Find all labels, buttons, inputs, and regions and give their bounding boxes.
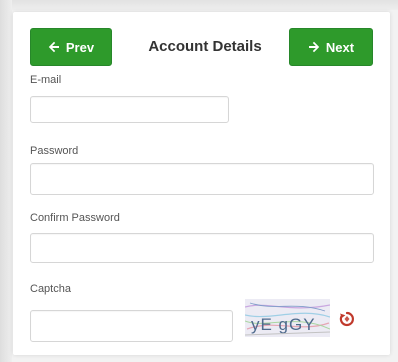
password-label: Password	[30, 145, 79, 157]
password-field[interactable]	[30, 163, 374, 195]
arrow-left-icon	[48, 41, 60, 53]
captcha-label: Captcha	[30, 283, 71, 295]
captcha-input[interactable]	[30, 310, 233, 342]
background-shade-top	[0, 0, 398, 10]
prev-button[interactable]: Prev	[30, 28, 112, 66]
email-field[interactable]	[30, 96, 229, 123]
refresh-icon[interactable]	[339, 311, 355, 327]
captcha-image: yE gGY	[245, 299, 330, 337]
page-title: Account Details	[148, 38, 262, 55]
confirm-password-label: Confirm Password	[30, 212, 120, 224]
captcha-text: yE gGY	[251, 315, 316, 334]
next-button[interactable]: Next	[289, 28, 373, 66]
background-shade-left	[0, 0, 12, 362]
account-details-card: Prev Account Details Next E-mail Passwor…	[13, 12, 390, 355]
arrow-right-icon	[308, 41, 320, 53]
email-label: E-mail	[30, 74, 62, 86]
prev-button-label: Prev	[65, 39, 95, 55]
next-button-label: Next	[325, 39, 355, 55]
confirm-password-field[interactable]	[30, 233, 374, 263]
